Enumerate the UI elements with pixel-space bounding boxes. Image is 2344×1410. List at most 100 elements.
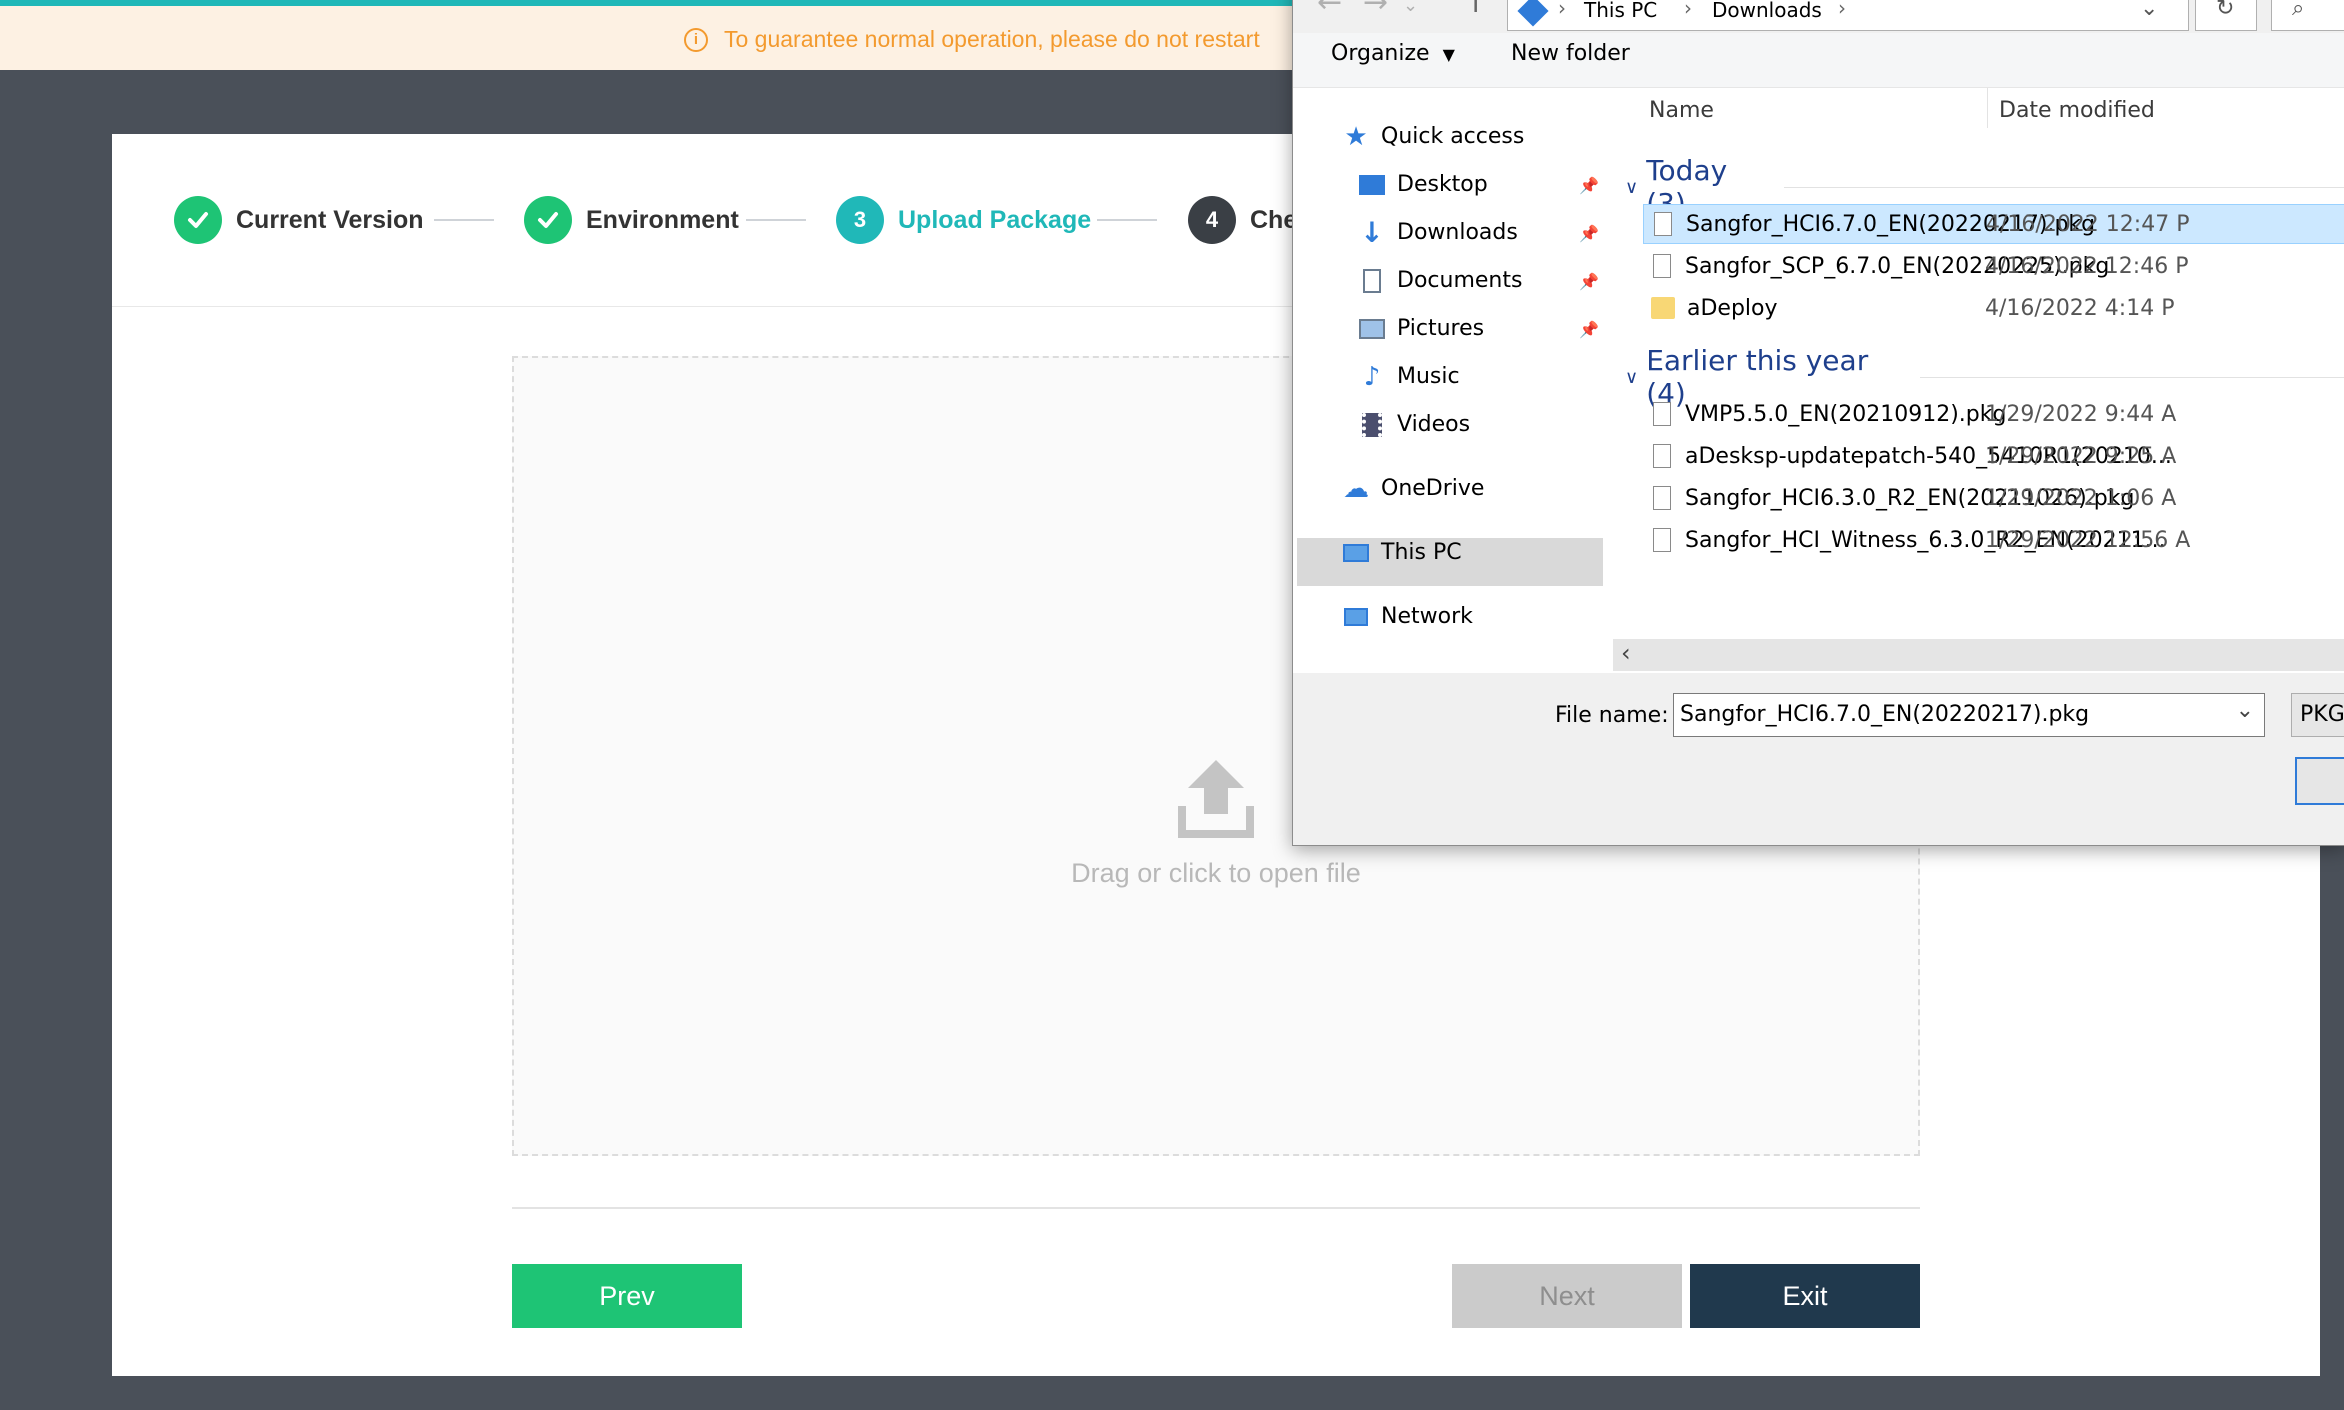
organize-menu[interactable]: Organize ▼ (1331, 41, 1455, 66)
group-rule (1783, 186, 2344, 188)
recent-chevron-icon[interactable]: ⌄ (1403, 0, 1418, 16)
file-row[interactable]: VMP5.5.0_EN(20210912).pkg 1/29/2022 9:44… (1643, 394, 2344, 434)
step-number: 4 (1188, 196, 1236, 244)
file-date: 1/29/2022 9:25 A (1985, 443, 2177, 469)
file-row[interactable]: aDeploy 4/16/2022 4:14 P (1643, 288, 2344, 328)
file-name: VMP5.5.0_EN(20210912).pkg (1685, 401, 2007, 427)
nav-desktop[interactable]: Desktop (1359, 172, 1488, 197)
star-icon: ★ (1344, 121, 1368, 152)
file-date: 1/29/2022 12:56 A (1985, 527, 2191, 553)
next-button[interactable]: Next (1452, 1264, 1682, 1328)
column-header-date[interactable]: Date modified (1999, 98, 2155, 123)
cloud-icon: ☁ (1343, 473, 1369, 504)
filetype-select[interactable]: PKG (2291, 693, 2344, 737)
pin-icon[interactable]: 📌 (1579, 224, 1599, 243)
nav-pictures[interactable]: Pictures (1359, 316, 1484, 341)
music-note-icon: ♪ (1363, 361, 1381, 392)
navigation-pane: ★ Quick access Desktop 📌 ↓ Downloads 📌 D… (1293, 88, 1608, 673)
file-name: aDeploy (1687, 295, 1778, 321)
step-environment: Environment (524, 196, 739, 244)
nav-quick-access[interactable]: ★ Quick access (1343, 121, 1525, 152)
file-date: 4/16/2022 12:47 P (1986, 211, 2190, 237)
breadcrumb-separator-icon: › (1838, 0, 1846, 20)
dialog-footer: File name: Sangfor_HCI6.7.0_EN(20220217)… (1293, 673, 2344, 845)
column-divider (1987, 88, 1988, 128)
file-icon (1653, 254, 1671, 278)
refresh-button[interactable]: ↻ (2195, 0, 2257, 31)
picture-icon (1359, 317, 1385, 341)
file-date: 1/29/2022 1:06 A (1985, 485, 2177, 511)
file-date: 4/16/2022 4:14 P (1985, 295, 2175, 321)
nav-documents[interactable]: Documents (1359, 268, 1522, 293)
back-arrow-icon[interactable]: ← (1317, 0, 1342, 20)
nav-videos[interactable]: Videos (1359, 412, 1470, 437)
nav-network[interactable]: Network (1343, 604, 1473, 629)
file-list: Name Date modified ∨ Today (3) Sangfor_H… (1613, 88, 2344, 673)
new-folder-button[interactable]: New folder (1511, 41, 1630, 66)
pin-icon[interactable]: 📌 (1579, 320, 1599, 339)
file-row[interactable]: Sangfor_HCI6.7.0_EN(20220217).pkg 4/16/2… (1643, 204, 2344, 244)
refresh-icon: ↻ (2216, 0, 2235, 21)
file-row[interactable]: Sangfor_HCI6.3.0_R2_EN(20211026).pkg 1/2… (1643, 478, 2344, 518)
forward-arrow-icon[interactable]: → (1363, 0, 1388, 20)
check-icon (174, 196, 222, 244)
nav-this-pc[interactable]: This PC (1343, 540, 1462, 565)
search-icon: ⌕ (2292, 0, 2305, 21)
horizontal-scrollbar[interactable]: ‹ (1613, 639, 2344, 671)
divider (512, 1207, 1920, 1209)
step-connector (746, 219, 806, 221)
column-header-name[interactable]: Name (1649, 98, 1714, 123)
nav-label: Network (1381, 604, 1473, 629)
desktop-icon (1359, 173, 1385, 197)
network-icon (1343, 605, 1369, 629)
file-icon (1653, 444, 1671, 468)
scroll-left-icon[interactable]: ‹ (1621, 639, 1631, 667)
prev-button[interactable]: Prev (512, 1264, 742, 1328)
dropdown-triangle-icon: ▼ (1442, 45, 1455, 64)
up-arrow-icon[interactable]: ↑ (1463, 0, 1488, 20)
filename-value: Sangfor_HCI6.7.0_EN(20220217).pkg (1680, 702, 2090, 727)
nav-label: Quick access (1381, 124, 1525, 149)
file-row[interactable]: Sangfor_SCP_6.7.0_EN(20220225).pkg 4/16/… (1643, 246, 2344, 286)
search-box[interactable]: ⌕ (2271, 0, 2344, 31)
file-icon (1654, 212, 1672, 236)
warning-content: i To guarantee normal operation, please … (684, 26, 1260, 53)
step-current-version: Current Version (174, 196, 424, 244)
file-icon (1653, 528, 1671, 552)
warning-text: To guarantee normal operation, please do… (724, 26, 1260, 52)
nav-music[interactable]: ♪ Music (1359, 361, 1460, 392)
file-date: 1/29/2022 9:44 A (1985, 401, 2177, 427)
filename-input[interactable]: Sangfor_HCI6.7.0_EN(20220217).pkg ⌄ (1673, 693, 2265, 737)
breadcrumb-this-pc[interactable]: This PC (1584, 0, 1657, 22)
nav-onedrive[interactable]: ☁ OneDrive (1343, 473, 1484, 504)
breadcrumb-separator-icon: › (1558, 0, 1566, 20)
filename-dropdown-icon[interactable]: ⌄ (2236, 698, 2254, 723)
step-label: Current Version (236, 205, 424, 234)
nav-label: Videos (1397, 412, 1471, 437)
nav-label: Pictures (1397, 316, 1485, 341)
address-dropdown-icon[interactable]: ⌄ (2140, 0, 2158, 21)
pin-icon[interactable]: 📌 (1579, 272, 1599, 291)
step-number: 3 (836, 196, 884, 244)
file-icon (1653, 486, 1671, 510)
nav-label: Music (1397, 364, 1460, 389)
nav-downloads[interactable]: ↓ Downloads (1359, 216, 1518, 249)
document-icon (1359, 268, 1385, 293)
info-icon: i (684, 27, 708, 52)
file-date: 4/16/2022 12:46 P (1985, 253, 2189, 279)
file-row[interactable]: Sangfor_HCI_Witness_6.3.0_R2_EN(20211...… (1643, 520, 2344, 560)
filetype-value: PKG (2300, 702, 2344, 727)
address-bar[interactable]: › This PC › Downloads › ⌄ (1507, 0, 2189, 31)
computer-icon (1343, 541, 1369, 565)
pin-icon[interactable]: 📌 (1579, 176, 1599, 195)
upload-hint: Drag or click to open file (1071, 858, 1361, 888)
exit-button[interactable]: Exit (1690, 1264, 1920, 1328)
file-row[interactable]: aDesksp-updatepatch-540_5410R1(20210... … (1643, 436, 2344, 476)
step-connector (1097, 219, 1157, 221)
nav-label: Documents (1397, 268, 1523, 293)
download-arrow-icon: ↓ (1360, 216, 1384, 249)
open-button[interactable] (2295, 757, 2344, 805)
step-connector (434, 219, 494, 221)
breadcrumb-downloads[interactable]: Downloads (1712, 0, 1822, 22)
organize-label: Organize (1331, 41, 1430, 66)
